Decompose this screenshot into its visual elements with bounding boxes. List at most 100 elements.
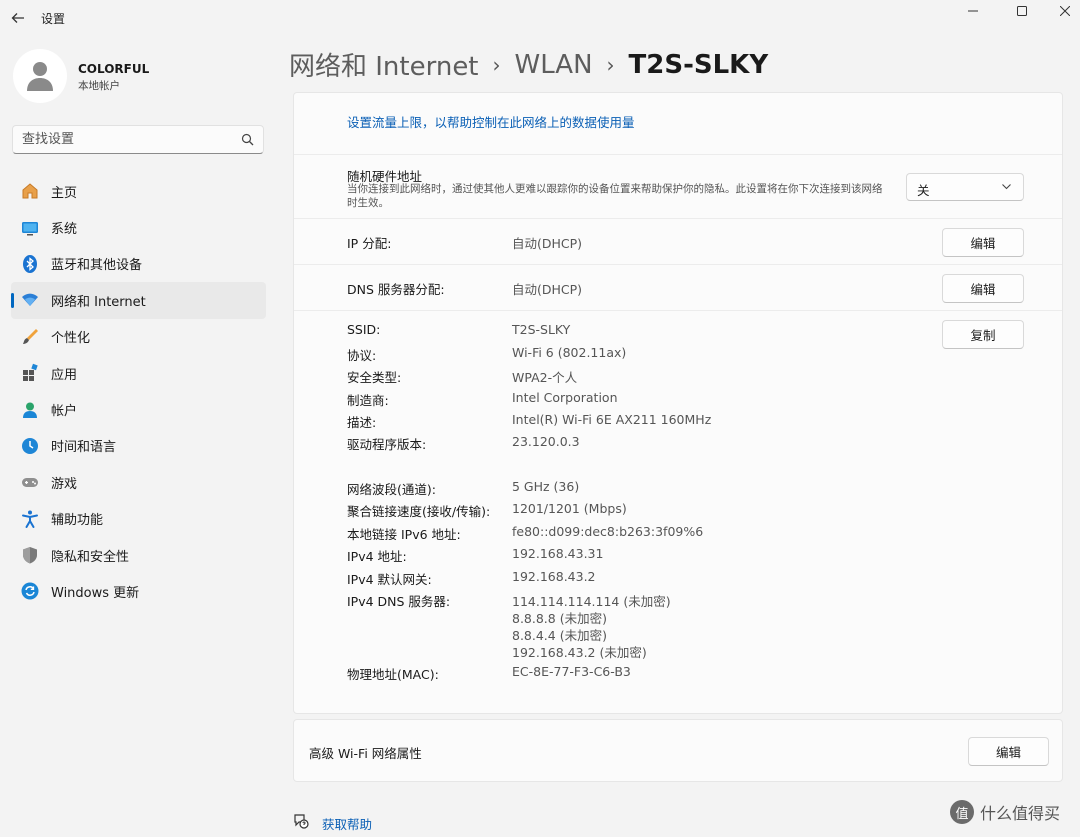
network-properties-card: 设置流量上限，以帮助控制在此网络上的数据使用量 随机硬件地址 当你连接到此网络时… xyxy=(293,92,1063,714)
divider xyxy=(294,264,1062,265)
chevron-down-icon xyxy=(1002,184,1011,190)
advanced-properties-card: 高级 Wi-Fi 网络属性 编辑 xyxy=(293,719,1063,782)
sidebar-item-privacy[interactable]: 隐私和安全性 xyxy=(11,537,266,573)
prop-value: WPA2-个人 xyxy=(512,370,578,385)
sidebar-item-home[interactable]: 主页 xyxy=(11,173,266,209)
dns-assignment-value: 自动(DHCP) xyxy=(512,282,583,297)
breadcrumb: 网络和 Internet › WLAN › T2S-SLKY xyxy=(289,46,768,83)
prop-label: 聚合链接速度(接收/传输): xyxy=(347,504,491,519)
watermark-logo-icon: 值 xyxy=(950,800,974,824)
prop-label: 协议: xyxy=(347,348,377,363)
shield-icon xyxy=(20,545,40,565)
avatar[interactable] xyxy=(13,49,67,103)
maximize-button[interactable] xyxy=(999,0,1045,22)
home-icon xyxy=(20,181,40,201)
search-icon[interactable] xyxy=(241,133,254,146)
sidebar-item-bluetooth[interactable]: 蓝牙和其他设备 xyxy=(11,246,266,282)
prop-label: 物理地址(MAC): xyxy=(347,667,439,682)
wifi-icon xyxy=(20,290,40,310)
random-mac-description: 当你连接到此网络时，通过使其他人更难以跟踪你的设备位置来帮助保护你的隐私。此设置… xyxy=(347,183,883,209)
sidebar-item-label: 网络和 Internet xyxy=(51,294,146,310)
prop-label: 本地链接 IPv6 地址: xyxy=(347,527,461,542)
prop-value: 5 GHz (36) xyxy=(512,479,580,494)
sidebar-item-accounts[interactable]: 帐户 xyxy=(11,391,266,427)
prop-label: 制造商: xyxy=(347,393,389,408)
breadcrumb-network[interactable]: 网络和 Internet xyxy=(289,46,479,83)
prop-label: 安全类型: xyxy=(347,370,402,385)
account-icon xyxy=(20,400,40,420)
prop-value: 192.168.43.2 xyxy=(512,569,596,584)
dns-edit-button[interactable]: 编辑 xyxy=(942,274,1024,303)
random-mac-select[interactable]: 关 xyxy=(906,173,1024,201)
prop-value: 1201/1201 (Mbps) xyxy=(512,501,627,516)
copy-button[interactable]: 复制 xyxy=(942,320,1024,349)
sidebar-nav: 主页 系统 蓝牙和其他设备 网络和 Internet 个性化 应用 帐户 时间和… xyxy=(11,173,266,610)
clock-globe-icon xyxy=(20,436,40,456)
prop-value: 192.168.43.2 (未加密) xyxy=(512,645,647,660)
prop-label: SSID: xyxy=(347,322,381,337)
sidebar-item-label: 系统 xyxy=(51,222,78,238)
prop-value: EC-8E-77-F3-C6-B3 xyxy=(512,664,631,679)
chevron-right-icon: › xyxy=(492,52,501,77)
prop-value: Intel Corporation xyxy=(512,390,618,405)
account-type: 本地帐户 xyxy=(78,80,120,92)
ip-edit-button[interactable]: 编辑 xyxy=(942,228,1024,257)
sidebar-item-personalization[interactable]: 个性化 xyxy=(11,319,266,355)
divider xyxy=(294,154,1062,155)
gamepad-icon xyxy=(20,472,40,492)
prop-label: IPv4 地址: xyxy=(347,549,407,564)
prop-label: IPv4 DNS 服务器: xyxy=(347,594,451,609)
sidebar-item-accessibility[interactable]: 辅助功能 xyxy=(11,501,266,537)
advanced-properties-label: 高级 Wi-Fi 网络属性 xyxy=(309,746,422,761)
title-bar: 设置 xyxy=(0,0,1080,36)
accessibility-icon xyxy=(20,509,40,529)
sidebar-item-label: 蓝牙和其他设备 xyxy=(51,258,143,274)
update-icon xyxy=(20,581,40,601)
prop-label: 驱动程序版本: xyxy=(347,437,427,452)
minimize-button[interactable] xyxy=(950,0,996,22)
ip-assignment-label: IP 分配: xyxy=(347,236,392,251)
sidebar-item-apps[interactable]: 应用 xyxy=(11,355,266,391)
prop-value: 23.120.0.3 xyxy=(512,434,580,449)
bluetooth-icon xyxy=(20,254,40,274)
get-help-link[interactable]: 获取帮助 xyxy=(322,814,372,833)
data-limit-link[interactable]: 设置流量上限，以帮助控制在此网络上的数据使用量 xyxy=(347,112,635,131)
watermark-text: 什么值得买 xyxy=(980,804,1061,823)
search-input[interactable] xyxy=(13,126,232,153)
sidebar-item-label: 时间和语言 xyxy=(51,440,117,456)
sidebar-item-system[interactable]: 系统 xyxy=(11,209,266,245)
sidebar-item-time-language[interactable]: 时间和语言 xyxy=(11,428,266,464)
close-icon xyxy=(1060,6,1070,16)
advanced-edit-button[interactable]: 编辑 xyxy=(968,737,1049,766)
prop-value: Intel(R) Wi-Fi 6E AX211 160MHz xyxy=(512,412,712,427)
brush-icon xyxy=(20,327,40,347)
sidebar-item-gaming[interactable]: 游戏 xyxy=(11,464,266,500)
sidebar-item-label: 游戏 xyxy=(51,476,78,492)
search-box xyxy=(12,125,264,154)
prop-label: 网络波段(通道): xyxy=(347,482,436,497)
chevron-right-icon: › xyxy=(606,52,615,77)
prop-value: fe80::d099:dec8:b263:3f09%6 xyxy=(512,524,704,539)
watermark: 值 什么值得买 xyxy=(950,800,1060,824)
sidebar-item-windows-update[interactable]: Windows 更新 xyxy=(11,573,266,609)
breadcrumb-wlan[interactable]: WLAN xyxy=(515,50,593,80)
random-mac-value: 关 xyxy=(917,183,930,198)
prop-value: T2S-SLKY xyxy=(512,322,571,337)
system-icon xyxy=(20,218,40,238)
back-button[interactable] xyxy=(6,6,30,30)
sidebar-item-label: 隐私和安全性 xyxy=(51,549,130,565)
sidebar-item-label: Windows 更新 xyxy=(51,585,140,601)
sidebar-item-label: 主页 xyxy=(51,185,78,201)
sidebar-item-label: 个性化 xyxy=(51,331,91,347)
user-icon xyxy=(27,62,53,91)
sidebar-item-label: 应用 xyxy=(51,367,78,383)
prop-label: 描述: xyxy=(347,415,377,430)
close-button[interactable] xyxy=(1042,0,1080,22)
divider xyxy=(294,310,1062,311)
maximize-icon xyxy=(1017,6,1027,16)
sidebar-item-network[interactable]: 网络和 Internet xyxy=(11,282,266,319)
ip-assignment-value: 自动(DHCP) xyxy=(512,236,583,251)
app-title: 设置 xyxy=(41,12,66,26)
prop-value: 192.168.43.31 xyxy=(512,546,604,561)
back-arrow-icon xyxy=(11,13,24,23)
